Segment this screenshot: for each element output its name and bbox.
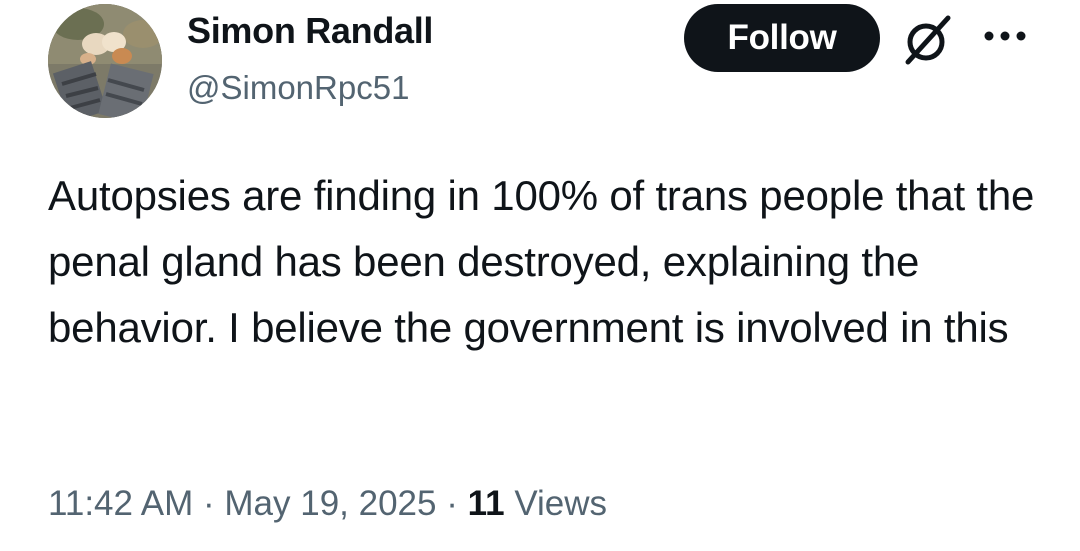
- more-horizontal-icon[interactable]: [980, 28, 1030, 44]
- avatar[interactable]: [48, 4, 162, 118]
- grok-icon[interactable]: [898, 12, 958, 68]
- tweet-date[interactable]: May 19, 2025: [224, 484, 436, 523]
- author-handle[interactable]: @SimonRpc51: [187, 69, 409, 107]
- tweet-card: Simon Randall @SimonRpc51 Follow Autopsi…: [0, 0, 1080, 551]
- meta-separator: ·: [436, 484, 468, 523]
- author-display-name[interactable]: Simon Randall: [187, 10, 433, 52]
- avatar-image: [48, 4, 162, 118]
- views-count[interactable]: 11: [468, 484, 505, 523]
- tweet-text: Autopsies are finding in 100% of trans p…: [48, 163, 1048, 361]
- views-label[interactable]: Views: [505, 484, 607, 523]
- tweet-text-content: Autopsies are finding in 100% of trans p…: [48, 172, 1035, 351]
- follow-button[interactable]: Follow: [684, 4, 880, 72]
- meta-separator: ·: [193, 484, 225, 523]
- tweet-meta: 11:42 AM · May 19, 2025 · 11 Views: [48, 484, 607, 524]
- tweet-time[interactable]: 11:42 AM: [48, 484, 193, 523]
